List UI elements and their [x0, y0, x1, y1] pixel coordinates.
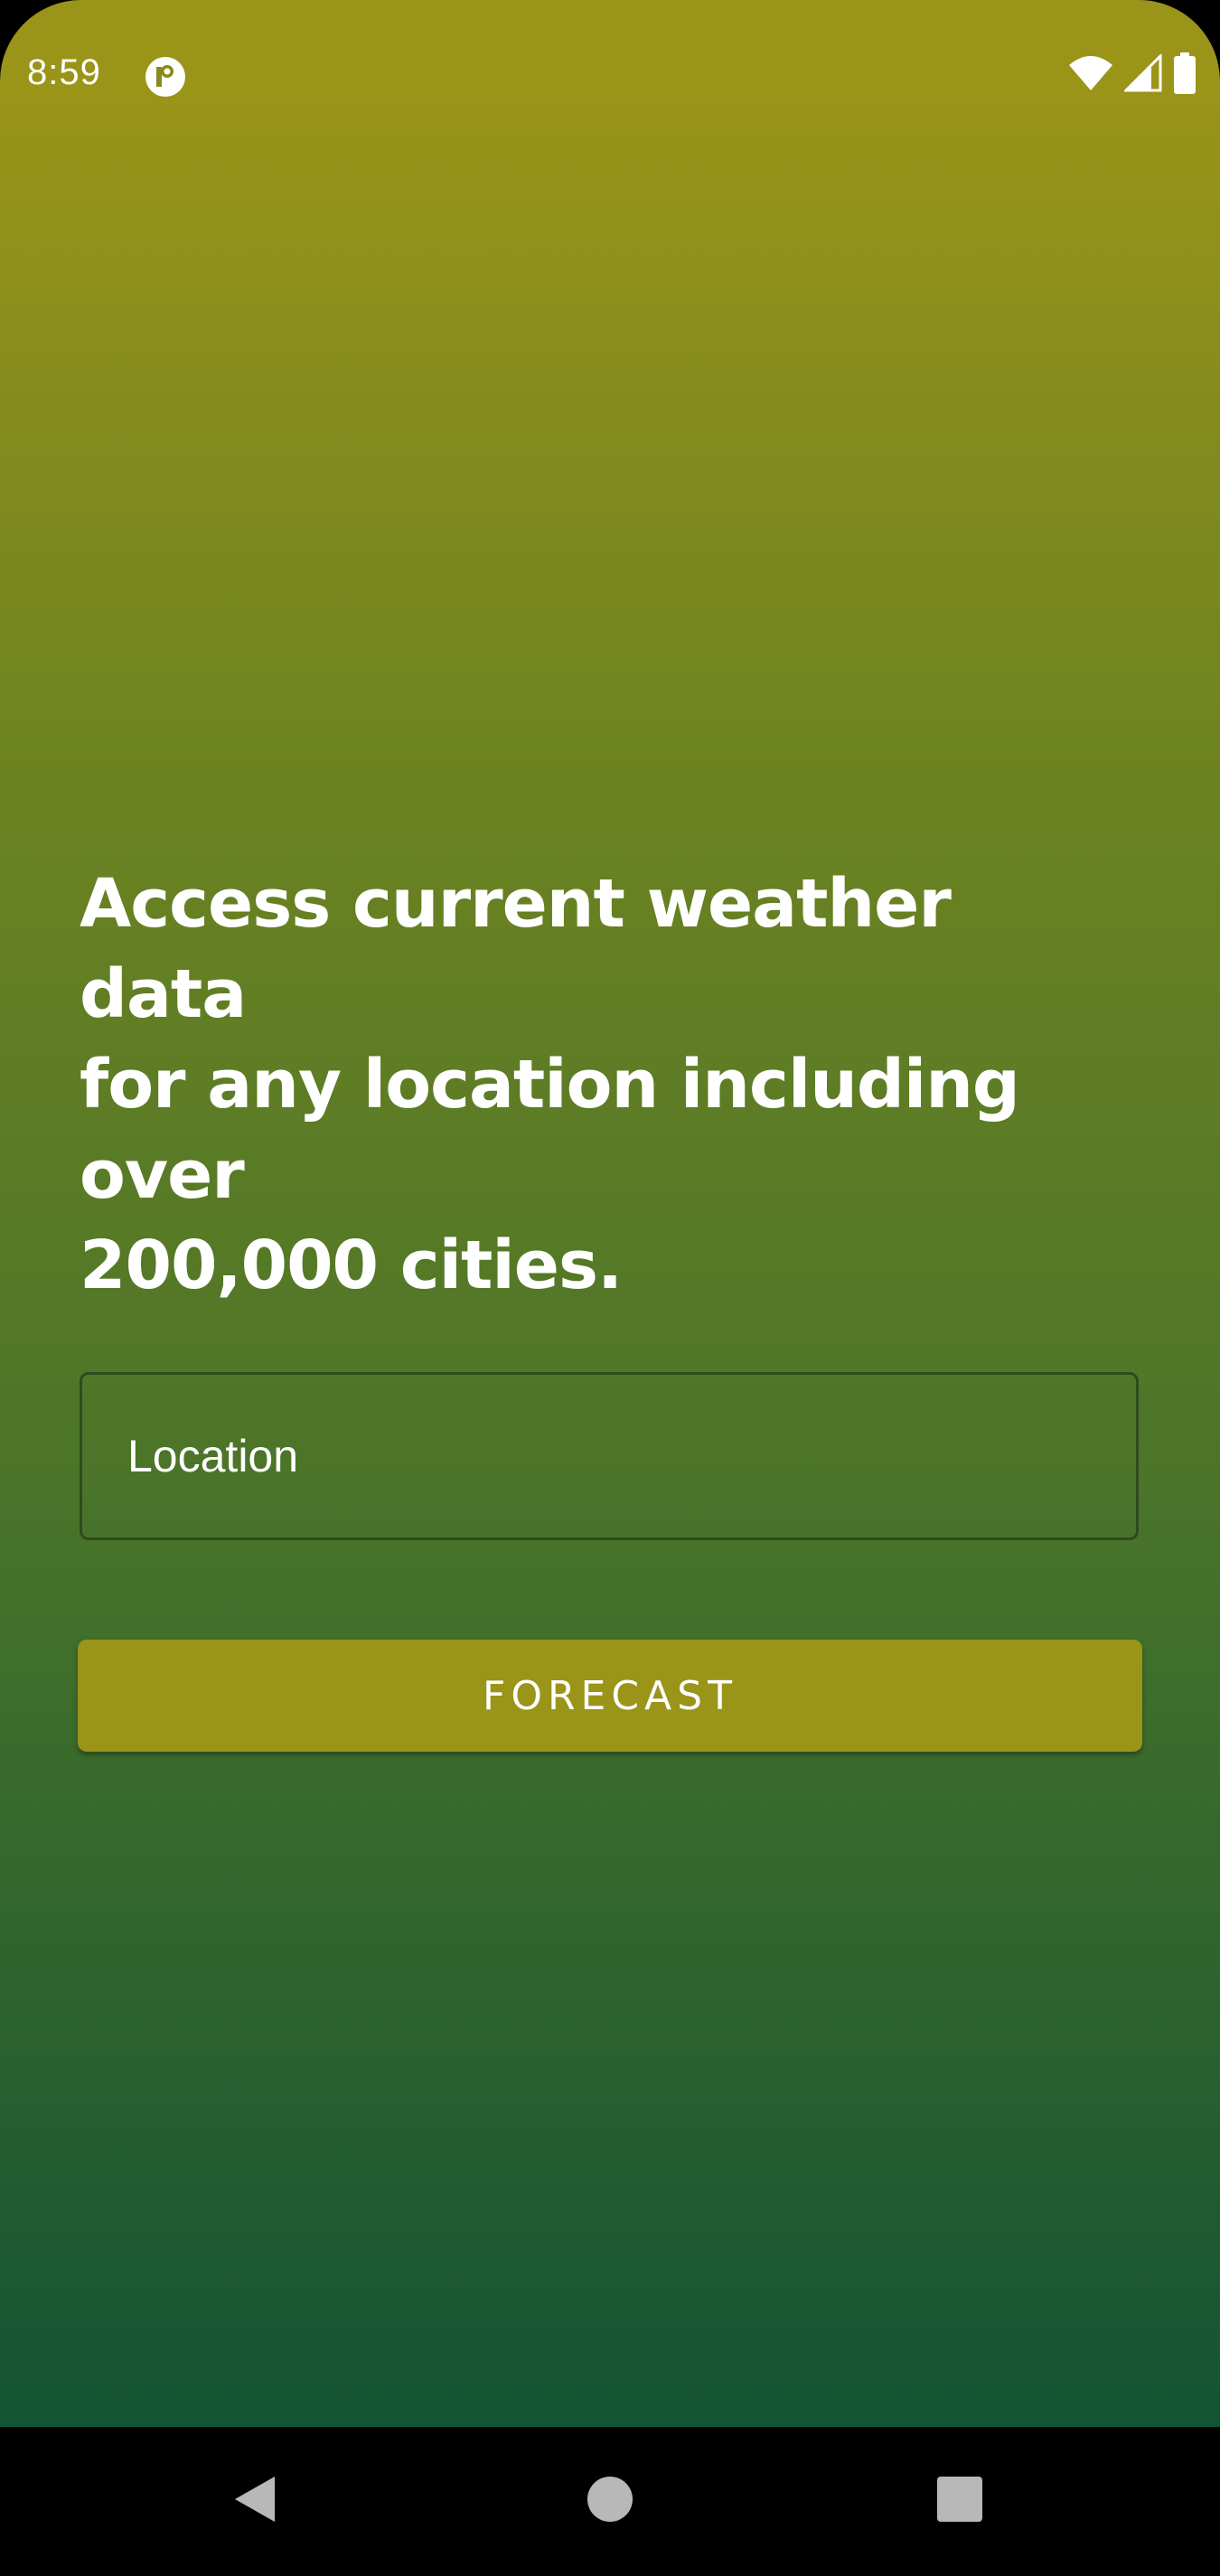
headline-line-1: Access current weather data — [80, 865, 952, 1033]
navigation-bar — [0, 2427, 1220, 2576]
home-button[interactable] — [520, 2427, 700, 2576]
notification-app-icon — [145, 56, 186, 98]
headline-line-3: 200,000 cities. — [80, 1227, 623, 1304]
headline-line-2: for any location including over — [80, 1046, 1020, 1214]
cell-signal-icon — [1122, 52, 1162, 97]
status-bar: 8:59 — [0, 0, 1220, 154]
location-field[interactable] — [80, 1372, 1139, 1540]
home-icon — [587, 2476, 633, 2527]
back-button[interactable] — [164, 2427, 345, 2576]
app-screen: 8:59 Access current weather data for any… — [0, 0, 1220, 2427]
back-icon — [231, 2473, 278, 2530]
status-icons — [1068, 52, 1197, 99]
battery-icon — [1173, 52, 1197, 99]
phone-frame: 8:59 Access current weather data for any… — [0, 0, 1220, 2576]
headline: Access current weather data for any loca… — [80, 859, 1128, 1311]
recents-button[interactable] — [869, 2427, 1050, 2576]
recents-icon — [936, 2476, 983, 2527]
status-time: 8:59 — [27, 52, 101, 92]
forecast-button[interactable]: FORECAST — [78, 1640, 1142, 1752]
wifi-icon — [1068, 54, 1113, 97]
location-input[interactable] — [127, 1375, 1085, 1537]
